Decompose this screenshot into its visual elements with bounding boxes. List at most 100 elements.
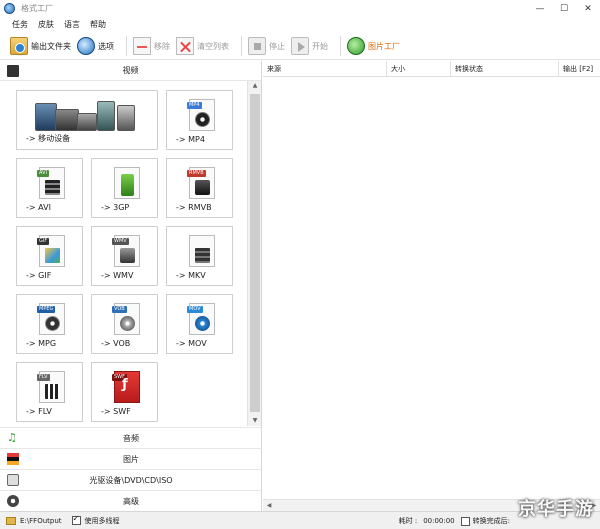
output-folder-icon <box>10 37 28 55</box>
film-icon <box>7 64 19 77</box>
advanced-icon <box>7 495 19 507</box>
multithread-label: 使用多线程 <box>84 516 120 525</box>
menu-language[interactable]: 语言 <box>64 19 80 30</box>
tile-label: -> FLV <box>26 407 52 416</box>
toolbar: 输出文件夹 选项 移除 清空列表 停止 开始 图片工厂 <box>0 33 600 60</box>
tile-mov[interactable]: MOV -> MOV <box>166 294 233 354</box>
status-right: 耗时 : 00:00:00 转换完成后: <box>399 516 510 526</box>
minimize-button[interactable]: — <box>528 0 552 17</box>
category-video-label: 视频 <box>122 66 139 75</box>
tile-flv[interactable]: FLV -> FLV <box>16 362 83 422</box>
tile-label: -> 移动设备 <box>26 134 71 143</box>
disc-drive-icon <box>7 474 19 486</box>
music-note-icon: ♫ <box>7 431 17 444</box>
elapsed-value: 00:00:00 <box>423 517 455 525</box>
column-source[interactable]: 来源 <box>263 61 387 76</box>
category-advanced-label: 高级 <box>123 496 139 506</box>
menu-skin[interactable]: 皮肤 <box>38 19 54 30</box>
folder-icon[interactable] <box>6 516 16 525</box>
start-button[interactable]: 开始 <box>291 35 328 57</box>
multithread-checkbox[interactable] <box>71 514 81 525</box>
menu-bar: 任务 皮肤 语言 帮助 <box>0 17 600 31</box>
menu-help[interactable]: 帮助 <box>90 19 106 30</box>
mp4-file-icon: MP4 <box>187 99 215 131</box>
maximize-button[interactable]: ☐ <box>552 0 576 17</box>
category-panel: 视频 -> 移动设备 MP4 -> MP4 AVI -> AVI -> 3GP … <box>0 61 262 511</box>
mov-file-icon: MOV <box>187 303 215 335</box>
picture-factory-button[interactable]: 图片工厂 <box>347 35 400 57</box>
menu-task[interactable]: 任务 <box>12 19 28 30</box>
tile-rmvb[interactable]: RMVB -> RMVB <box>166 158 233 218</box>
elapsed-label: 耗时 : <box>398 517 418 525</box>
wmv-file-icon: WMV <box>112 235 140 267</box>
tile-label: -> AVI <box>26 203 51 212</box>
tile-gif[interactable]: GIF -> GIF <box>16 226 83 286</box>
column-size[interactable]: 大小 <box>387 61 451 76</box>
task-table-header: 来源 大小 转换状态 输出 [F2] <box>263 61 600 77</box>
category-disc-label: 光驱设备\DVD\CD\ISO <box>89 475 173 485</box>
flv-file-icon: FLV <box>37 371 65 403</box>
3gp-file-icon <box>114 167 140 199</box>
swf-file-icon: SWF ƒ <box>112 371 140 403</box>
tile-mobile-device[interactable]: -> 移动设备 <box>16 90 158 150</box>
task-list-panel: 来源 大小 转换状态 输出 [F2] ◀ ▶ <box>263 61 600 511</box>
scroll-down-icon[interactable]: ▼ <box>248 416 262 426</box>
tile-label: -> MP4 <box>176 135 205 144</box>
column-output[interactable]: 输出 [F2] <box>559 61 600 76</box>
tile-label: -> 3GP <box>101 203 130 212</box>
tile-mpg[interactable]: MPEG -> MPG <box>16 294 83 354</box>
picture-factory-label: 图片工厂 <box>368 41 400 51</box>
tile-3gp[interactable]: -> 3GP <box>91 158 158 218</box>
tile-label: -> GIF <box>26 271 52 280</box>
window-title: 格式工厂 <box>21 4 53 13</box>
options-button[interactable]: 选项 <box>77 35 114 57</box>
bottom-categories: ♫ 音频 图片 光驱设备\DVD\CD\ISO 高级 <box>0 427 262 511</box>
clear-list-label: 清空列表 <box>197 41 229 51</box>
output-folder-label: 输出文件夹 <box>31 41 71 51</box>
watermark-logo: 京华手游 <box>518 499 594 520</box>
format-grid-scrollbar[interactable]: ▲ ▼ <box>247 81 261 426</box>
stop-label: 停止 <box>269 41 285 51</box>
tile-wmv[interactable]: WMV -> WMV <box>91 226 158 286</box>
vob-file-icon: VOB <box>112 303 140 335</box>
toolbar-divider <box>340 36 341 56</box>
category-audio[interactable]: ♫ 音频 <box>0 427 262 448</box>
tile-swf[interactable]: SWF ƒ -> SWF <box>91 362 158 422</box>
tile-label: -> SWF <box>101 407 131 416</box>
tile-mkv[interactable]: -> MKV <box>166 226 233 286</box>
close-button[interactable]: ✕ <box>576 0 600 17</box>
category-advanced[interactable]: 高级 <box>0 490 262 511</box>
picture-factory-icon <box>347 37 365 55</box>
window-controls: — ☐ ✕ <box>528 0 600 17</box>
category-picture[interactable]: 图片 <box>0 448 262 469</box>
scroll-up-icon[interactable]: ▲ <box>248 81 262 91</box>
toolbar-divider <box>126 36 127 56</box>
remove-button[interactable]: 移除 <box>133 35 170 57</box>
column-status[interactable]: 转换状态 <box>451 61 559 76</box>
options-icon <box>77 37 95 55</box>
tile-vob[interactable]: VOB -> VOB <box>91 294 158 354</box>
tile-label: -> VOB <box>101 339 131 348</box>
output-path[interactable]: E:\FFOutput <box>20 517 62 525</box>
tile-avi[interactable]: AVI -> AVI <box>16 158 83 218</box>
clear-list-icon <box>176 37 194 55</box>
start-icon <box>291 37 309 55</box>
tile-mp4[interactable]: MP4 -> MP4 <box>166 90 233 150</box>
options-label: 选项 <box>98 41 114 51</box>
output-folder-button[interactable]: 输出文件夹 <box>10 35 71 57</box>
tile-label: -> RMVB <box>176 203 212 212</box>
scroll-thumb[interactable] <box>250 94 260 412</box>
mkv-file-icon <box>189 235 215 267</box>
tile-label: -> WMV <box>101 271 134 280</box>
gif-file-icon: GIF <box>37 235 65 267</box>
category-disc[interactable]: 光驱设备\DVD\CD\ISO <box>0 469 262 490</box>
mpg-file-icon: MPEG <box>37 303 65 335</box>
app-icon <box>4 3 15 14</box>
category-video[interactable]: 视频 <box>0 61 261 81</box>
stop-button[interactable]: 停止 <box>248 35 285 57</box>
category-audio-label: 音频 <box>123 433 139 443</box>
stop-icon <box>248 37 266 55</box>
start-label: 开始 <box>312 41 328 51</box>
clear-list-button[interactable]: 清空列表 <box>176 35 229 57</box>
after-complete-checkbox[interactable] <box>460 516 470 526</box>
